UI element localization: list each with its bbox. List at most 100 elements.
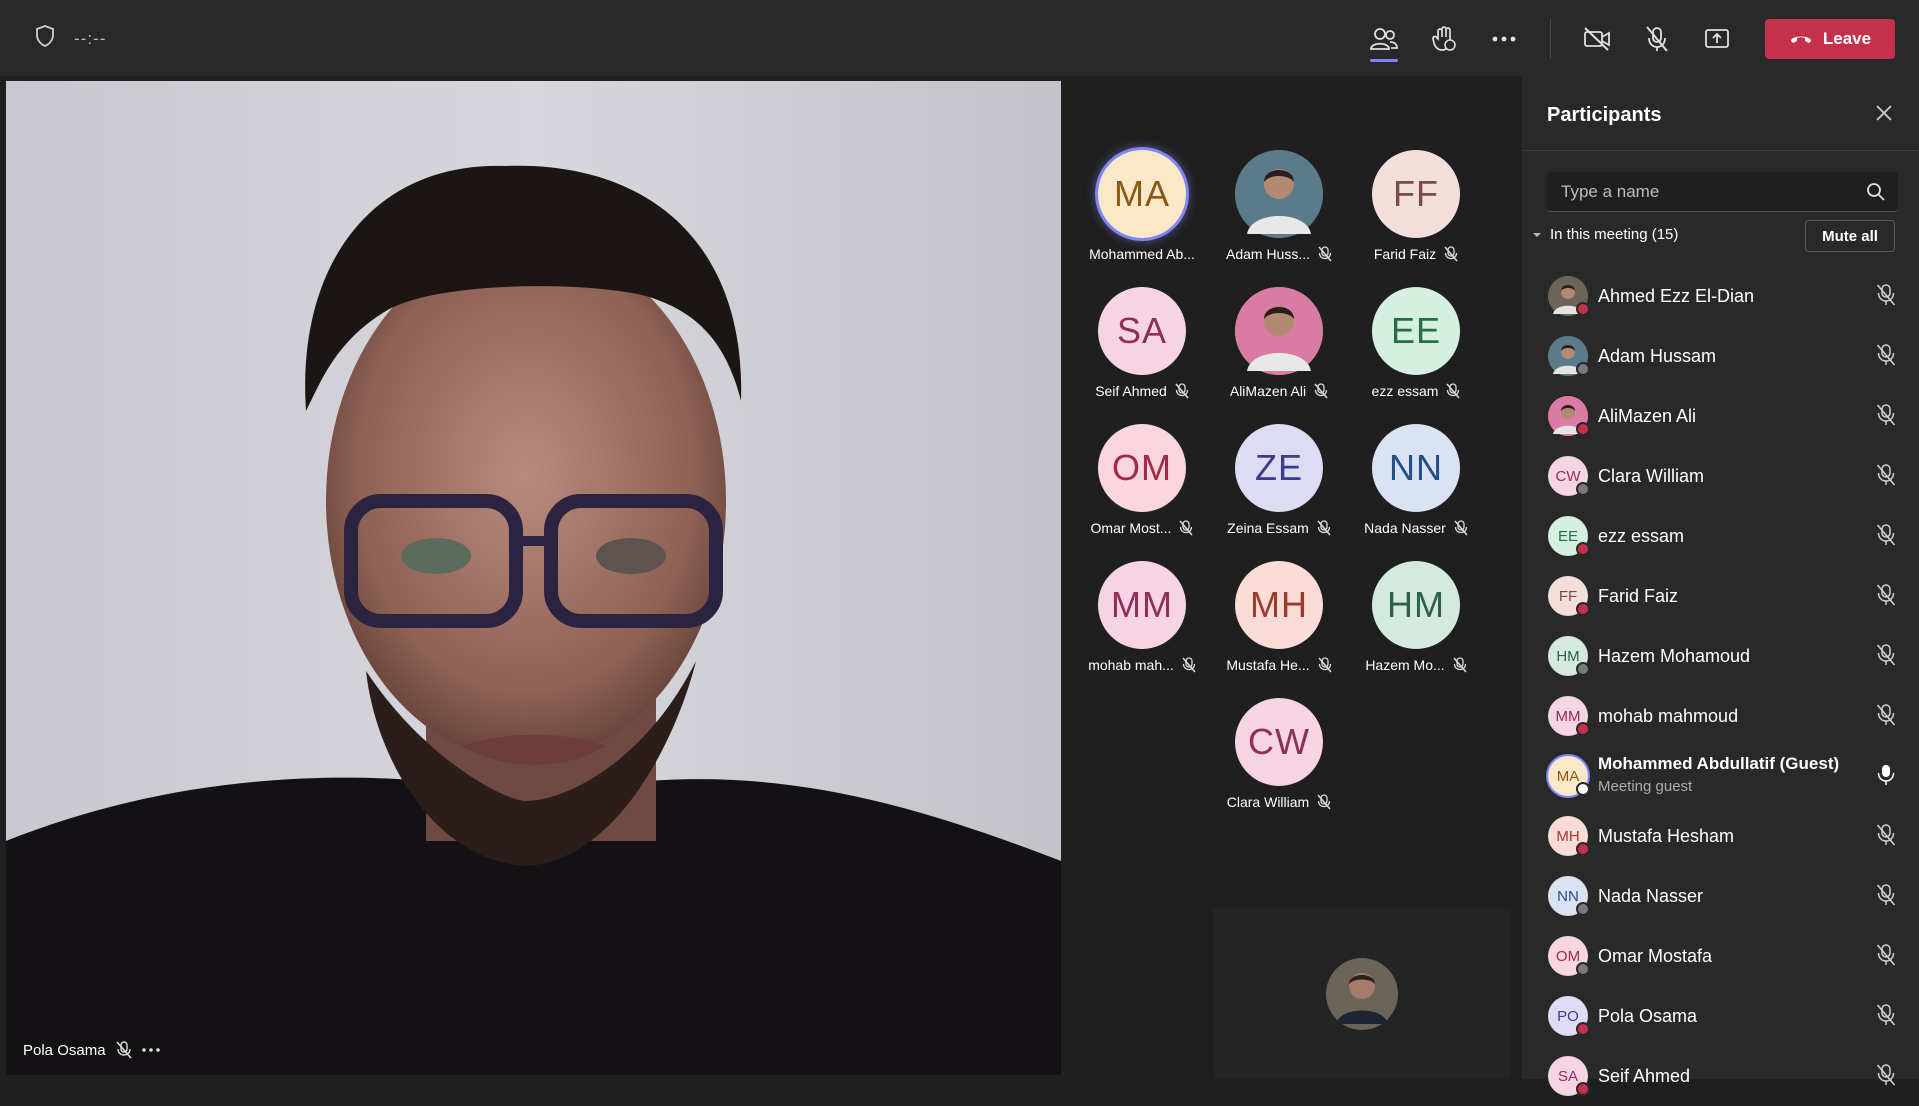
- shield-icon[interactable]: [34, 24, 56, 53]
- participant-avatar: CW: [1235, 698, 1323, 786]
- participant-role: Meeting guest: [1598, 778, 1693, 795]
- participant-photo: [1235, 287, 1323, 375]
- participant-name: Mustafa He...: [1226, 657, 1310, 673]
- participant-avatar: SA: [1098, 287, 1186, 375]
- participant-row[interactable]: HM Hazem Mohamoud: [1522, 626, 1919, 686]
- avatar-initials: MM: [1111, 584, 1173, 625]
- share-button[interactable]: [1687, 16, 1747, 62]
- participant-row[interactable]: OM Omar Mostafa: [1522, 926, 1919, 986]
- section-label: In this meeting (15): [1550, 226, 1679, 243]
- more-icon[interactable]: [141, 1048, 160, 1052]
- avatar-initials: ZE: [1254, 447, 1303, 488]
- mic-button[interactable]: [1627, 16, 1687, 62]
- mic-off-icon: [1646, 26, 1668, 52]
- participant-mic-button[interactable]: [1876, 404, 1896, 431]
- participant-mic-button[interactable]: [1876, 1004, 1896, 1031]
- participant-row[interactable]: MA Mohammed Abdullatif (Guest) Meeting gue…: [1522, 746, 1919, 806]
- participant-mic-button[interactable]: [1876, 884, 1896, 911]
- participant-mic-button[interactable]: [1876, 704, 1896, 731]
- participant-name: Nada Nasser: [1364, 520, 1446, 536]
- presence-status-icon: [1576, 782, 1590, 796]
- participant-tile[interactable]: MM mohab mah...: [1072, 561, 1212, 673]
- participant-row[interactable]: MH Mustafa Hesham: [1522, 806, 1919, 866]
- participant-row[interactable]: MM mohab mahmoud: [1522, 686, 1919, 746]
- close-panel-button[interactable]: [1875, 104, 1893, 127]
- meeting-toolbar: --:-- Leave: [0, 0, 1919, 76]
- participant-mic-button[interactable]: [1876, 644, 1896, 671]
- participant-name: Seif Ahmed: [1095, 383, 1167, 399]
- leave-button[interactable]: Leave: [1765, 19, 1895, 59]
- more-icon: [1492, 36, 1516, 42]
- participant-tile[interactable]: AliMazen Ali: [1209, 287, 1349, 399]
- participant-mic-button[interactable]: [1876, 1064, 1896, 1091]
- participant-tile[interactable]: NN Nada Nasser: [1346, 424, 1486, 536]
- mic-off-icon: [1876, 464, 1896, 486]
- presence-status-icon: [1576, 422, 1590, 436]
- participant-mic-button[interactable]: [1876, 344, 1896, 371]
- participant-mic-button[interactable]: [1876, 284, 1896, 311]
- participant-mic-button[interactable]: [1876, 464, 1896, 491]
- in-meeting-section-toggle[interactable]: In this meeting (15): [1532, 226, 1678, 243]
- mic-off-icon: [1317, 794, 1331, 810]
- share-screen-icon: [1705, 29, 1729, 48]
- participant-name: Omar Most...: [1090, 520, 1172, 536]
- mic-off-icon: [1317, 520, 1331, 536]
- raise-hand-button[interactable]: [1414, 16, 1474, 62]
- participant-tile[interactable]: ZE Zeina Essam: [1209, 424, 1349, 536]
- people-button[interactable]: [1354, 16, 1414, 62]
- participant-tile[interactable]: OM Omar Most...: [1072, 424, 1212, 536]
- presence-status-icon: [1576, 1082, 1590, 1096]
- participant-name: Zeina Essam: [1227, 520, 1309, 536]
- participant-tile[interactable]: FF Farid Faiz: [1346, 150, 1486, 262]
- mic-off-icon: [1318, 657, 1332, 673]
- participant-tile[interactable]: HM Hazem Mo...: [1346, 561, 1486, 673]
- participant-mic-button[interactable]: [1876, 584, 1896, 611]
- participant-row[interactable]: PO Pola Osama: [1522, 986, 1919, 1046]
- participant-photo: [1235, 150, 1323, 238]
- participant-row[interactable]: Adam Hussam: [1522, 326, 1919, 386]
- toolbar-right: Leave: [1354, 16, 1895, 62]
- tile-name-row: Mustafa He...: [1209, 657, 1349, 673]
- participant-mic-button[interactable]: [1876, 824, 1896, 851]
- avatar-initials: EE: [1557, 527, 1578, 545]
- participant-tile[interactable]: Adam Huss...: [1209, 150, 1349, 262]
- participant-row[interactable]: Ahmed Ezz El-Dian: [1522, 266, 1919, 326]
- tile-name-row: Zeina Essam: [1209, 520, 1349, 536]
- panel-divider: [1522, 150, 1919, 151]
- search-icon[interactable]: [1866, 182, 1886, 207]
- main-video[interactable]: Pola Osama: [6, 81, 1061, 1075]
- participant-avatar: MA: [1098, 150, 1186, 238]
- participant-avatar: HM: [1372, 561, 1460, 649]
- participant-row[interactable]: CW Clara William: [1522, 446, 1919, 506]
- more-button[interactable]: [1474, 16, 1534, 62]
- participant-mic-button[interactable]: [1876, 524, 1896, 551]
- participant-name: Adam Hussam: [1598, 345, 1717, 366]
- participant-mic-button[interactable]: [1876, 944, 1896, 971]
- participant-name: Omar Mostafa: [1598, 945, 1713, 966]
- search-input[interactable]: [1547, 172, 1847, 212]
- participant-row[interactable]: NN Nada Nasser: [1522, 866, 1919, 926]
- camera-button[interactable]: [1567, 16, 1627, 62]
- participant-mic-button[interactable]: [1876, 764, 1896, 791]
- participant-tile[interactable]: MA Mohammed Ab...: [1072, 150, 1212, 262]
- mic-off-icon: [1876, 1064, 1896, 1086]
- participant-tile[interactable]: CW Clara William: [1209, 698, 1349, 810]
- tile-name-row: Nada Nasser: [1346, 520, 1486, 536]
- avatar-initials: MA: [1114, 173, 1170, 214]
- participant-row[interactable]: AliMazen Ali: [1522, 386, 1919, 446]
- mute-all-button[interactable]: Mute all: [1805, 220, 1895, 252]
- participant-name: Mohammed Ab...: [1089, 246, 1195, 262]
- tile-name-row: Hazem Mo...: [1346, 657, 1486, 673]
- self-view[interactable]: [1213, 908, 1511, 1079]
- participant-row[interactable]: EE ezz essam: [1522, 506, 1919, 566]
- participant-row[interactable]: SA Seif Ahmed: [1522, 1046, 1919, 1106]
- presence-status-icon: [1576, 902, 1590, 916]
- avatar-initials: OM: [1112, 447, 1172, 488]
- avatar-initials: HM: [1556, 647, 1580, 665]
- avatar-initials: SA: [1557, 1067, 1578, 1085]
- participant-tile[interactable]: EE ezz essam: [1346, 287, 1486, 399]
- participant-tile[interactable]: MH Mustafa He...: [1209, 561, 1349, 673]
- participant-tile[interactable]: SA Seif Ahmed: [1072, 287, 1212, 399]
- participant-row[interactable]: FF Farid Faiz: [1522, 566, 1919, 626]
- participant-avatar: NN: [1372, 424, 1460, 512]
